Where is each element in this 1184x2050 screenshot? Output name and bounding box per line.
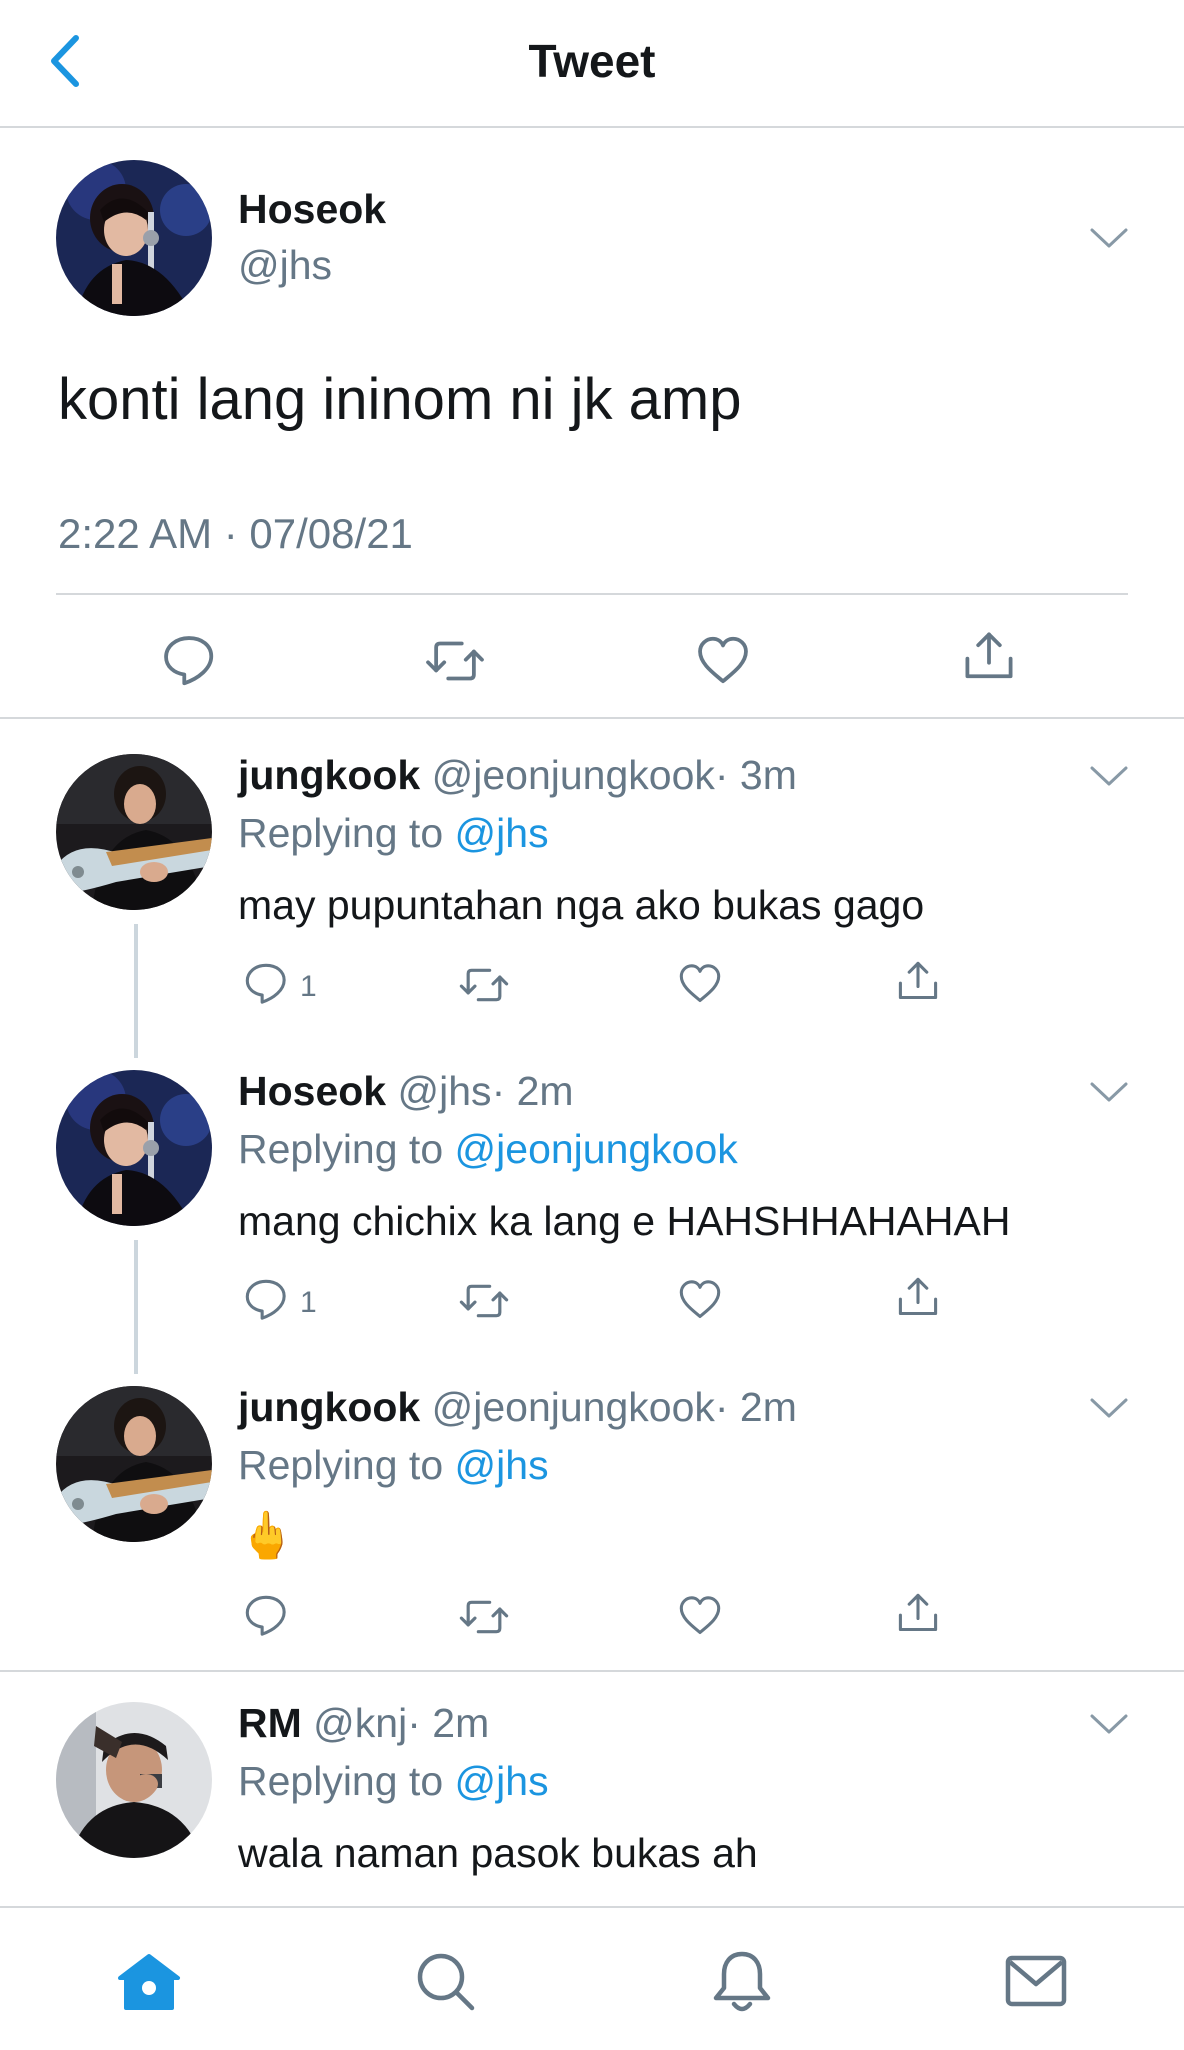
thread-line <box>134 924 138 1058</box>
replying-label: Replying to <box>238 1126 444 1172</box>
author-handle[interactable]: @knj <box>313 1700 407 1746</box>
heart-icon[interactable] <box>678 1594 722 1638</box>
replying-label: Replying to <box>238 1758 444 1804</box>
jungkook-avatar-image <box>56 754 212 910</box>
reply-icon[interactable] <box>244 962 288 1006</box>
bottom-tab-bar <box>0 1906 1184 2050</box>
share-icon[interactable] <box>962 628 1016 684</box>
top-bar: Tweet <box>0 0 1184 128</box>
search-icon[interactable] <box>414 1950 478 2014</box>
reply-time: · 2m <box>491 1068 574 1114</box>
divider <box>56 593 1128 595</box>
hoseok-avatar-image <box>56 160 212 316</box>
divider <box>0 717 1184 719</box>
mention-link[interactable]: @jhs <box>455 1442 549 1488</box>
avatar[interactable] <box>56 1070 212 1226</box>
heart-icon[interactable] <box>678 962 722 1006</box>
share-icon[interactable] <box>896 1274 940 1320</box>
chevron-down-icon[interactable] <box>1088 1710 1130 1740</box>
heart-icon[interactable] <box>696 634 750 688</box>
divider <box>0 1670 1184 1672</box>
reply-icon[interactable] <box>244 1278 288 1322</box>
author-handle[interactable]: @jeonjungkook <box>432 1384 715 1430</box>
mention-link[interactable]: @jeonjungkook <box>455 1126 738 1172</box>
chevron-down-icon[interactable] <box>1088 1078 1130 1108</box>
author-handle[interactable]: @jhs <box>238 242 332 289</box>
mail-icon[interactable] <box>1004 1954 1068 2008</box>
hoseok-avatar-image <box>56 1070 212 1226</box>
retweet-icon[interactable] <box>458 962 510 1008</box>
reply-icon[interactable] <box>244 1594 288 1638</box>
heart-icon[interactable] <box>678 1278 722 1322</box>
chevron-down-icon[interactable] <box>1088 224 1130 254</box>
reply-time: · 2m <box>714 1384 797 1430</box>
avatar[interactable] <box>56 1702 212 1858</box>
retweet-icon[interactable] <box>458 1278 510 1324</box>
chevron-down-icon[interactable] <box>1088 762 1130 792</box>
retweet-icon[interactable] <box>424 634 486 688</box>
reply-text: wala naman pasok bukas ah <box>238 1830 758 1876</box>
avatar[interactable] <box>56 754 212 910</box>
mention-link[interactable]: @jhs <box>455 1758 549 1804</box>
avatar[interactable] <box>56 1386 212 1542</box>
author-name[interactable]: jungkook <box>238 1384 420 1430</box>
tweet-text: konti lang ininom ni jk amp <box>58 367 742 432</box>
author-handle[interactable]: @jeonjungkook <box>432 752 715 798</box>
bell-icon[interactable] <box>710 1948 774 2016</box>
jungkook-avatar-image <box>56 1386 212 1542</box>
reply-text: mang chichix ka lang e HAHSHHAHAHAH <box>238 1198 1011 1244</box>
retweet-icon[interactable] <box>458 1594 510 1640</box>
share-icon[interactable] <box>896 1590 940 1636</box>
reply-count: 1 <box>300 1286 317 1319</box>
replying-label: Replying to <box>238 810 444 856</box>
replying-label: Replying to <box>238 1442 444 1488</box>
author-name[interactable]: Hoseok <box>238 1068 386 1114</box>
reply-text: may pupuntahan nga ako bukas gago <box>238 882 925 928</box>
reply-time: · 3m <box>714 752 797 798</box>
rm-avatar-image <box>56 1702 212 1858</box>
tweet-timestamp: 2:22 AM · 07/08/21 <box>58 510 413 557</box>
page-title: Tweet <box>528 35 656 87</box>
author-name[interactable]: RM <box>238 1700 302 1746</box>
reply-icon[interactable] <box>162 634 216 688</box>
home-icon[interactable] <box>116 1952 182 2012</box>
share-icon[interactable] <box>896 958 940 1004</box>
author-name[interactable]: Hoseok <box>238 186 386 233</box>
avatar[interactable] <box>56 160 212 316</box>
chevron-down-icon[interactable] <box>1088 1394 1130 1424</box>
author-handle[interactable]: @jhs <box>398 1068 492 1114</box>
author-name[interactable]: jungkook <box>238 752 420 798</box>
mention-link[interactable]: @jhs <box>455 810 549 856</box>
reply-text: 🖕 <box>238 1509 296 1561</box>
reply-time: · 2m <box>407 1700 490 1746</box>
thread-line <box>134 1240 138 1374</box>
reply-count: 1 <box>300 970 317 1003</box>
